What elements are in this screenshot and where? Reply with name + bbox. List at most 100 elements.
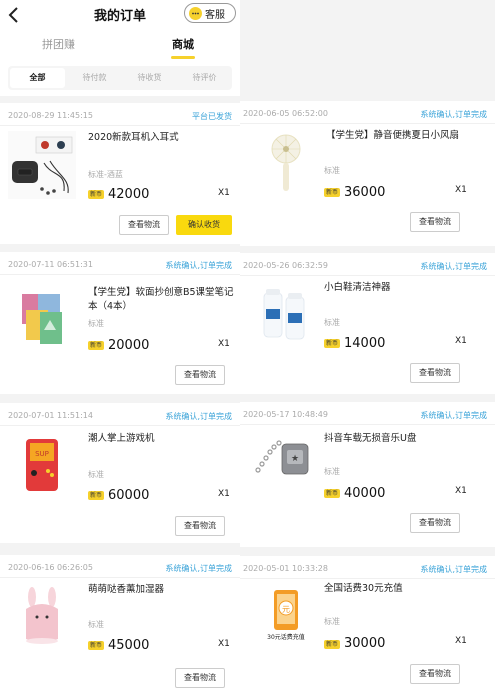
- recharge-caption: 30元话费充值: [267, 634, 305, 641]
- product-quantity: X1: [455, 486, 467, 496]
- svg-text:★: ★: [291, 454, 299, 464]
- customer-service-label: 客服: [205, 9, 225, 21]
- divider: [0, 125, 240, 126]
- product-name[interactable]: 萌萌哒香薰加湿器: [88, 583, 228, 597]
- phone-recharge-image: 元: [252, 586, 320, 654]
- product-spec: 标准: [88, 319, 104, 328]
- earphones-image: [8, 131, 76, 199]
- subtab-pending-payment[interactable]: 待付款: [67, 66, 122, 90]
- view-logistics-button[interactable]: 查看物流: [175, 668, 225, 688]
- product-name[interactable]: 潮人掌上游戏机: [88, 432, 228, 446]
- order-time: 2020-06-05 06:52:00: [243, 109, 328, 118]
- product-spec: 标准: [324, 318, 340, 327]
- view-logistics-button[interactable]: 查看物流: [410, 363, 460, 383]
- order-card[interactable]: 2020-06-16 06:26:05 系统确认,订单完成 萌萌哒香薰加湿器 标…: [0, 555, 240, 696]
- product-spec: 标准: [324, 617, 340, 626]
- order-time: 2020-07-01 11:51:14: [8, 411, 93, 420]
- product-quantity: X1: [455, 636, 467, 646]
- order-status: 平台已发货: [192, 112, 232, 121]
- confirm-receipt-button[interactable]: 确认收货: [176, 215, 232, 235]
- order-card[interactable]: 2020-06-05 06:52:00 系统确认,订单完成 【学生党】静音便携夏…: [240, 101, 495, 246]
- coin-badge: 新币: [324, 339, 340, 348]
- subtab-all[interactable]: 全部: [10, 68, 65, 88]
- order-card[interactable]: 2020-07-01 11:51:14 系统确认,订单完成 SUP 潮人掌上游戏…: [0, 403, 240, 543]
- fan-image: [252, 131, 320, 199]
- product-quantity: X1: [218, 639, 230, 649]
- subtab-pending-review[interactable]: 待评价: [177, 66, 232, 90]
- order-time: 2020-06-16 06:26:05: [8, 563, 93, 572]
- product-spec: 标准: [88, 470, 104, 479]
- product-price: 14000: [344, 336, 386, 351]
- order-status: 系统确认,订单完成: [420, 411, 487, 420]
- left-screen: 我的订单 客服 拼团赚 商城 全部 待付款 待收货 待评价 2020-08-29…: [0, 0, 240, 696]
- order-status: 系统确认,订单完成: [165, 261, 232, 270]
- notebook-image: [8, 286, 76, 354]
- product-price: 30000: [344, 636, 386, 651]
- view-logistics-button[interactable]: 查看物流: [410, 513, 460, 533]
- product-name[interactable]: 全国话费30元充值: [324, 582, 484, 596]
- product-quantity: X1: [455, 185, 467, 195]
- top-tabs: 拼团赚 商城: [0, 30, 240, 60]
- shoe-cleaner-image: [252, 283, 320, 351]
- product-quantity: X1: [218, 188, 230, 198]
- coin-badge: 新币: [324, 489, 340, 498]
- coin-badge: 新币: [324, 188, 340, 197]
- chat-bubble-icon: [189, 6, 202, 20]
- product-name[interactable]: 小白鞋清洁神器: [324, 281, 484, 295]
- order-status: 系统确认,订单完成: [420, 110, 487, 119]
- product-name[interactable]: 【学生党】软面抄创意B5课堂笔记本（4本）: [88, 286, 234, 314]
- svg-text:元: 元: [282, 605, 290, 614]
- active-tab-indicator: [171, 56, 195, 59]
- order-status: 系统确认,订单完成: [420, 565, 487, 574]
- product-spec: 标准: [324, 467, 340, 476]
- divider: [0, 577, 240, 578]
- sub-tabs-bar: 全部 待付款 待收货 待评价: [0, 60, 240, 96]
- order-status: 系统确认,订单完成: [165, 412, 232, 421]
- order-card[interactable]: 2020-05-17 10:48:49 系统确认,订单完成 ★ 抖音车载无损音乐…: [240, 402, 495, 547]
- coin-badge: 新币: [88, 341, 104, 350]
- product-name[interactable]: 【学生党】静音便携夏日小风扇: [326, 129, 486, 143]
- order-time: 2020-05-01 10:33:28: [243, 564, 328, 573]
- divider: [240, 424, 495, 425]
- coin-badge: 新币: [88, 491, 104, 500]
- divider: [0, 274, 240, 275]
- product-price: 60000: [108, 488, 150, 503]
- product-price: 42000: [108, 187, 150, 202]
- product-name[interactable]: 2020新款耳机入耳式: [88, 131, 228, 145]
- tab-pintuan[interactable]: 拼团赚: [42, 36, 75, 52]
- product-name[interactable]: 抖音车载无损音乐U盘: [324, 432, 484, 446]
- view-logistics-button[interactable]: 查看物流: [119, 215, 169, 235]
- divider: [240, 123, 495, 124]
- game-console-image: SUP: [8, 431, 76, 499]
- divider: [0, 425, 240, 426]
- product-price: 45000: [108, 638, 150, 653]
- order-time: 2020-07-11 06:51:31: [8, 260, 93, 269]
- usb-drive-image: ★: [252, 430, 320, 498]
- svg-text:SUP: SUP: [35, 450, 49, 458]
- coin-badge: 新币: [88, 190, 104, 199]
- coin-badge: 新币: [88, 641, 104, 650]
- customer-service-button[interactable]: 客服: [184, 3, 236, 23]
- order-status: 系统确认,订单完成: [420, 262, 487, 271]
- view-logistics-button[interactable]: 查看物流: [410, 664, 460, 684]
- product-quantity: X1: [218, 489, 230, 499]
- divider: [240, 578, 495, 579]
- view-logistics-button[interactable]: 查看物流: [175, 516, 225, 536]
- product-price: 20000: [108, 338, 150, 353]
- order-card[interactable]: 2020-05-01 10:33:28 系统确认,订单完成 元 30元话费充值 …: [240, 556, 495, 696]
- order-card[interactable]: 2020-07-11 06:51:31 系统确认,订单完成 【学生党】软面抄创意…: [0, 252, 240, 394]
- view-logistics-button[interactable]: 查看物流: [410, 212, 460, 232]
- humidifier-image: [8, 583, 76, 651]
- order-card[interactable]: 2020-05-26 06:32:59 系统确认,订单完成 小白鞋清洁神器 标准…: [240, 253, 495, 394]
- coin-badge: 新币: [324, 640, 340, 649]
- order-time: 2020-08-29 11:45:15: [8, 111, 93, 120]
- subtab-pending-receipt[interactable]: 待收货: [122, 66, 177, 90]
- order-card[interactable]: 2020-08-29 11:45:15 平台已发货 2020新款耳机入耳式 标准…: [0, 103, 240, 244]
- nav-header: 我的订单 客服: [0, 0, 240, 30]
- order-time: 2020-05-26 06:32:59: [243, 261, 328, 270]
- tab-mall[interactable]: 商城: [172, 36, 194, 52]
- product-price: 40000: [344, 486, 386, 501]
- product-spec: 标准: [88, 620, 104, 629]
- product-quantity: X1: [455, 336, 467, 346]
- view-logistics-button[interactable]: 查看物流: [175, 365, 225, 385]
